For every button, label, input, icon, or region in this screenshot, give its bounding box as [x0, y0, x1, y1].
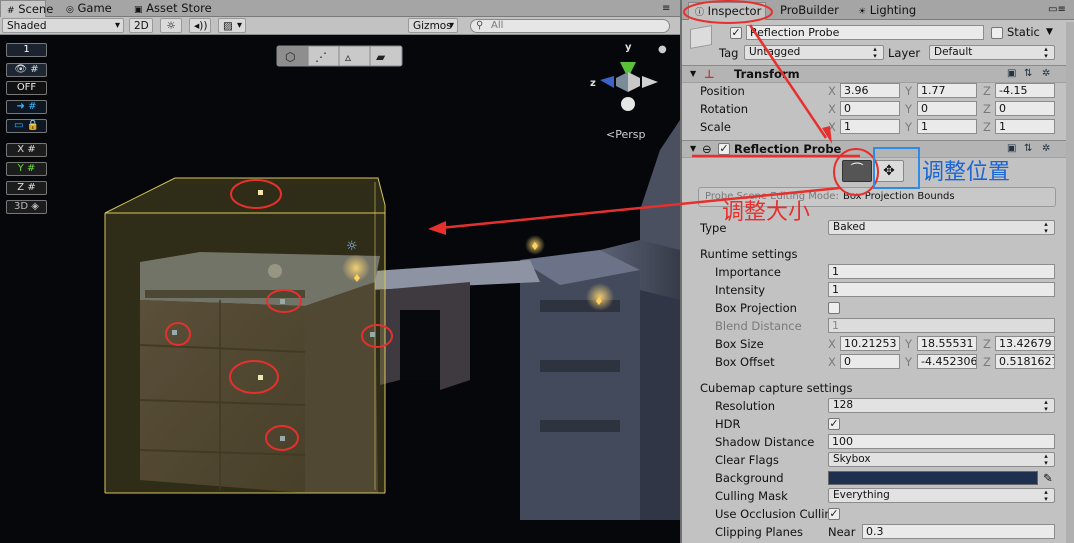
adjust-position-annotation: 调整位置 — [922, 160, 1011, 185]
position-button-highlight — [873, 147, 920, 189]
inspector-tab-highlight — [683, 0, 773, 24]
arrow-to-bounds-head — [428, 221, 446, 235]
adjust-size-annotation: 调整大小 — [722, 200, 811, 225]
arrow-to-probe — [748, 24, 828, 139]
annotation-overlay — [428, 0, 920, 235]
